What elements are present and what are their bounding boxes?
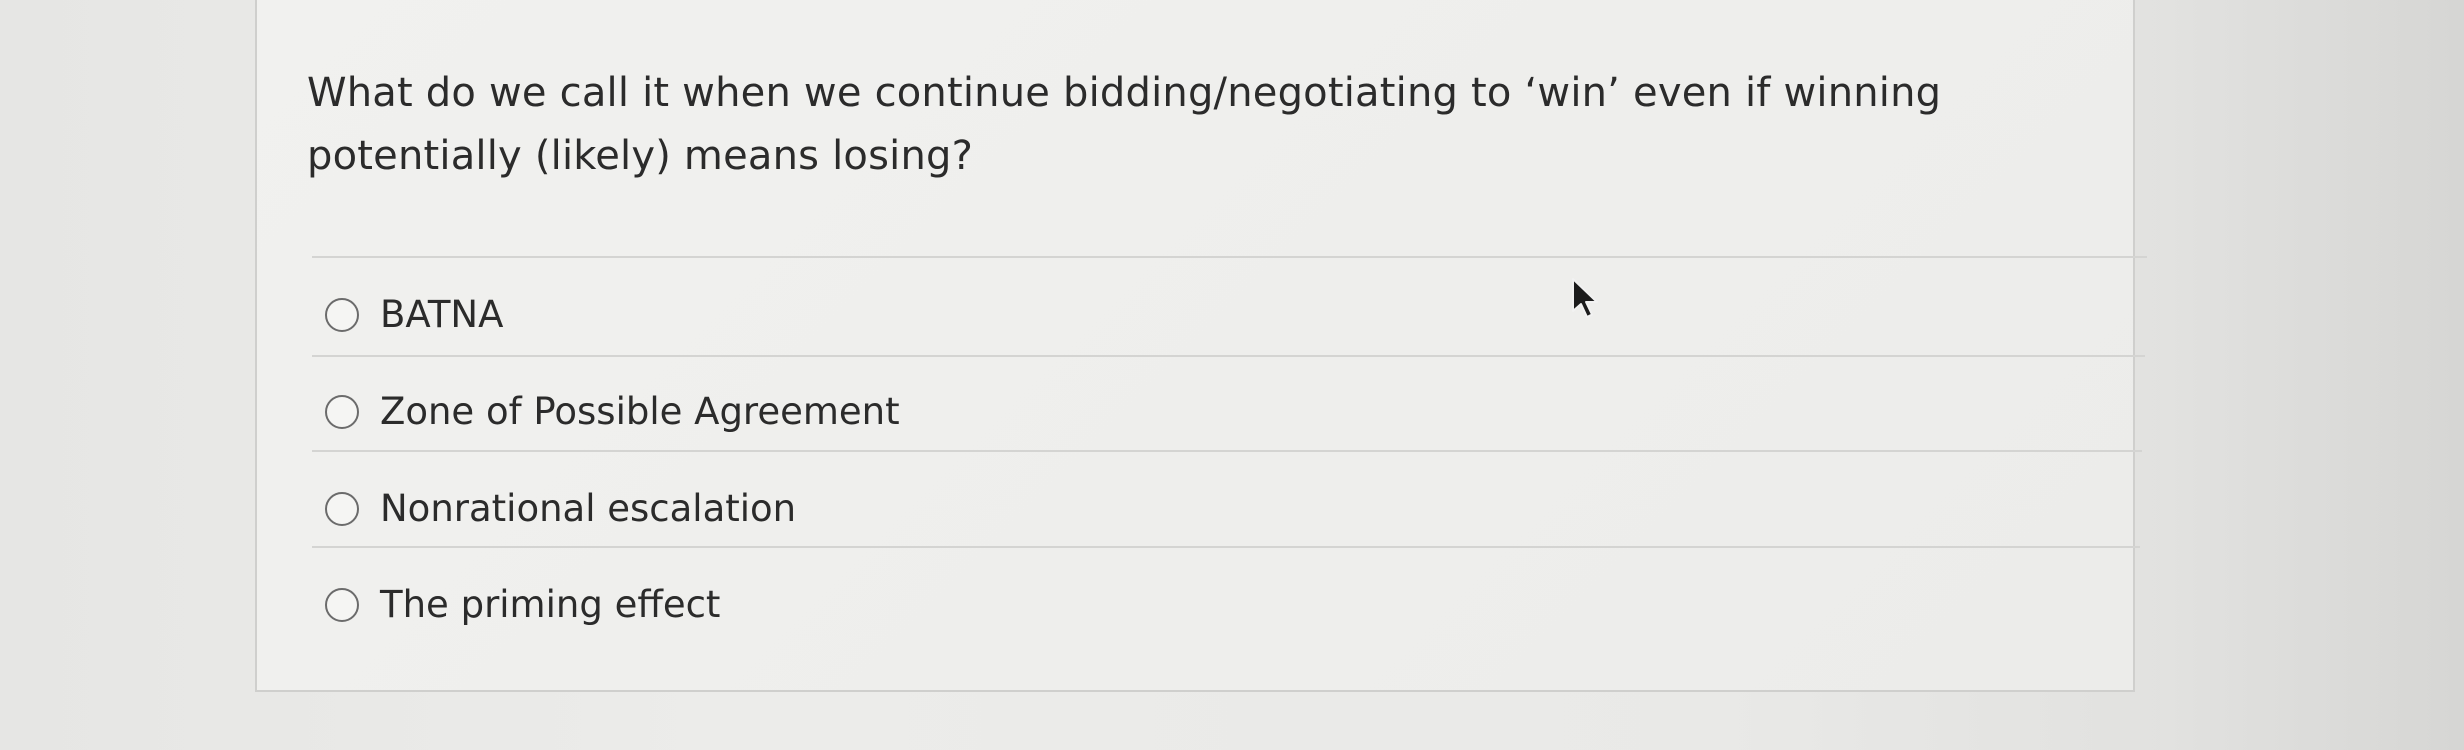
- option-zone-of-possible-agreement[interactable]: Zone of Possible Agreement: [325, 390, 900, 433]
- radio-button-zopa[interactable]: [325, 394, 359, 429]
- question-text: What do we call it when we continue bidd…: [307, 70, 1942, 179]
- radio-button-nonrational-escalation[interactable]: [325, 491, 359, 526]
- option-divider: [312, 355, 2145, 357]
- option-label-priming-effect[interactable]: The priming effect: [380, 583, 720, 626]
- question-divider: [312, 256, 2147, 258]
- page-background-right: [2160, 0, 2464, 750]
- option-label-zopa[interactable]: Zone of Possible Agreement: [380, 390, 900, 433]
- option-nonrational-escalation[interactable]: Nonrational escalation: [325, 487, 796, 530]
- option-divider: [312, 450, 2142, 452]
- radio-button-batna[interactable]: [325, 297, 359, 332]
- option-priming-effect[interactable]: The priming effect: [325, 583, 720, 626]
- mouse-pointer-icon: [1572, 278, 1598, 318]
- option-label-batna[interactable]: BATNA: [380, 293, 503, 336]
- option-label-nonrational-escalation[interactable]: Nonrational escalation: [380, 487, 796, 530]
- option-divider: [312, 546, 2140, 548]
- radio-button-priming-effect[interactable]: [325, 587, 359, 622]
- option-batna[interactable]: BATNA: [325, 293, 503, 336]
- question-card: What do we call it when we continue bidd…: [255, 0, 2147, 692]
